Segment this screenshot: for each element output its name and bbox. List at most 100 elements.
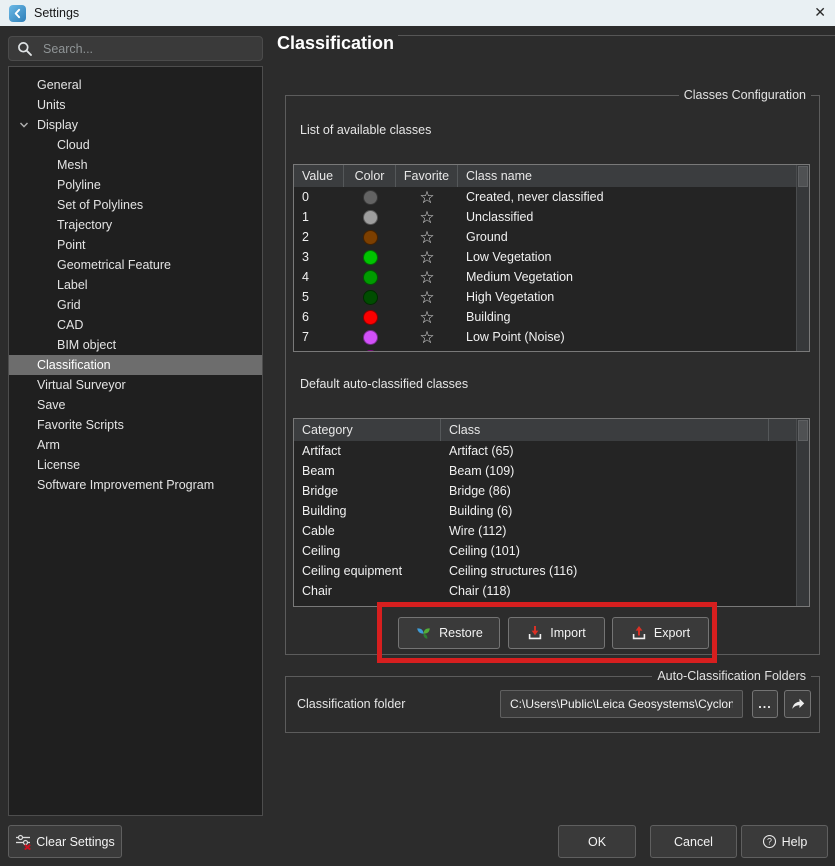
sidebar-item-mesh[interactable]: Mesh <box>9 155 262 175</box>
class-row[interactable]: 6 ☆ Building <box>294 307 809 327</box>
import-icon <box>527 625 543 641</box>
sidebar-item-favorite-scripts[interactable]: Favorite Scripts <box>9 415 262 435</box>
vertical-scrollbar[interactable] <box>796 165 809 351</box>
export-button[interactable]: Export <box>612 617 709 649</box>
class-color-swatch[interactable] <box>363 350 378 353</box>
app-icon <box>9 5 26 22</box>
sidebar-item-geometrical-feature[interactable]: Geometrical Feature <box>9 255 262 275</box>
favorite-star-icon[interactable]: ☆ <box>419 189 434 206</box>
folder-path-input[interactable] <box>508 696 735 712</box>
classification-folder-path[interactable] <box>500 690 743 718</box>
classification-folder-label: Classification folder <box>297 697 405 711</box>
auto-class-row[interactable]: Bridge Bridge (86) <box>294 481 809 501</box>
auto-class-row[interactable]: Artifact Artifact (65) <box>294 441 809 461</box>
sidebar-item-display[interactable]: Display <box>9 115 262 135</box>
sidebar-item-software-improvement-program[interactable]: Software Improvement Program <box>9 475 262 495</box>
favorite-star-icon[interactable]: ☆ <box>419 289 434 306</box>
class-color-swatch[interactable] <box>363 190 378 205</box>
column-header-class: Class <box>441 419 769 441</box>
browse-button[interactable]: ... <box>752 690 778 718</box>
auto-class-row[interactable]: Building Building (6) <box>294 501 809 521</box>
class-row[interactable]: 2 ☆ Ground <box>294 227 809 247</box>
settings-window: Settings ✕ General Units Display Cloud M… <box>0 0 835 866</box>
sidebar-item-classification[interactable]: Classification <box>9 355 262 375</box>
page-title: Classification <box>277 33 394 54</box>
sidebar-item-trajectory[interactable]: Trajectory <box>9 215 262 235</box>
open-folder-button[interactable] <box>784 690 811 718</box>
sidebar-item-bim-object[interactable]: BIM object <box>9 335 262 355</box>
class-row[interactable]: 3 ☆ Low Vegetation <box>294 247 809 267</box>
scrollbar-thumb[interactable] <box>798 420 808 441</box>
vertical-scrollbar[interactable] <box>796 419 809 606</box>
class-color-swatch[interactable] <box>363 330 378 345</box>
sidebar-item-point[interactable]: Point <box>9 235 262 255</box>
class-row[interactable]: 7 ☆ Low Point (Noise) <box>294 327 809 347</box>
class-color-swatch[interactable] <box>363 210 378 225</box>
favorite-star-icon[interactable]: ☆ <box>419 229 434 246</box>
sidebar-item-polyline[interactable]: Polyline <box>9 175 262 195</box>
export-icon <box>631 625 647 641</box>
classes-table: Value Color Favorite Class name 0 ☆ Crea… <box>293 164 810 352</box>
column-header-favorite: Favorite <box>396 165 458 187</box>
column-header-class-name: Class name <box>458 165 809 187</box>
ok-button[interactable]: OK <box>558 825 636 858</box>
auto-class-row[interactable]: Beam Beam (109) <box>294 461 809 481</box>
column-header-color: Color <box>344 165 396 187</box>
open-folder-arrow-icon <box>790 696 806 712</box>
favorite-star-icon[interactable]: ☆ <box>419 209 434 226</box>
title-bar: Settings ✕ <box>0 0 835 26</box>
scrollbar-thumb[interactable] <box>798 166 808 187</box>
sidebar-item-units[interactable]: Units <box>9 95 262 115</box>
sidebar-item-grid[interactable]: Grid <box>9 295 262 315</box>
auto-class-row[interactable]: Ceiling equipment Ceiling structures (11… <box>294 561 809 581</box>
sidebar-item-license[interactable]: License <box>9 455 262 475</box>
help-button[interactable]: ? Help <box>741 825 828 858</box>
sidebar-item-cloud[interactable]: Cloud <box>9 135 262 155</box>
auto-class-row[interactable]: Cable Wire (112) <box>294 521 809 541</box>
auto-classification-folders-legend: Auto-Classification Folders <box>652 669 811 683</box>
class-row[interactable]: 5 ☆ High Vegetation <box>294 287 809 307</box>
class-row[interactable]: 8 ☆ <box>294 347 809 352</box>
class-row[interactable]: 4 ☆ Medium Vegetation <box>294 267 809 287</box>
auto-class-row[interactable]: Ceiling Ceiling (101) <box>294 541 809 561</box>
class-row[interactable]: 0 ☆ Created, never classified <box>294 187 809 207</box>
sidebar-item-cad[interactable]: CAD <box>9 315 262 335</box>
class-color-swatch[interactable] <box>363 270 378 285</box>
sidebar-item-set-of-polylines[interactable]: Set of Polylines <box>9 195 262 215</box>
sidebar-item-virtual-surveyor[interactable]: Virtual Surveyor <box>9 375 262 395</box>
class-row[interactable]: 1 ☆ Unclassified <box>294 207 809 227</box>
restore-icon <box>415 625 432 642</box>
auto-class-row[interactable]: Chair Chair (118) <box>294 581 809 601</box>
search-input[interactable] <box>41 41 254 57</box>
class-color-swatch[interactable] <box>363 230 378 245</box>
sidebar-item-label[interactable]: Label <box>9 275 262 295</box>
settings-tree: General Units Display Cloud Mesh Polylin… <box>8 66 263 816</box>
sidebar-item-general[interactable]: General <box>9 75 262 95</box>
column-header-category: Category <box>294 419 441 441</box>
favorite-star-icon[interactable]: ☆ <box>419 249 434 266</box>
class-color-swatch[interactable] <box>363 250 378 265</box>
auto-table-header: Category Class <box>294 419 809 441</box>
classes-table-header: Value Color Favorite Class name <box>294 165 809 187</box>
favorite-star-icon[interactable]: ☆ <box>419 309 434 326</box>
favorite-star-icon[interactable]: ☆ <box>419 349 434 353</box>
class-color-swatch[interactable] <box>363 310 378 325</box>
class-color-swatch[interactable] <box>363 290 378 305</box>
auto-classified-table: Category Class Artifact Artifact (65) Be… <box>293 418 810 607</box>
auto-classified-label: Default auto-classified classes <box>300 377 468 391</box>
restore-button[interactable]: Restore <box>398 617 500 649</box>
sidebar-item-save[interactable]: Save <box>9 395 262 415</box>
cancel-button[interactable]: Cancel <box>650 825 737 858</box>
favorite-star-icon[interactable]: ☆ <box>419 269 434 286</box>
column-header-value: Value <box>294 165 344 187</box>
sidebar-item-arm[interactable]: Arm <box>9 435 262 455</box>
clear-settings-button[interactable]: Clear Settings <box>8 825 122 858</box>
header-separator <box>398 35 835 36</box>
search-box[interactable] <box>8 36 263 61</box>
svg-text:?: ? <box>767 837 772 847</box>
chevron-down-icon[interactable] <box>19 120 29 130</box>
favorite-star-icon[interactable]: ☆ <box>419 329 434 346</box>
import-button[interactable]: Import <box>508 617 605 649</box>
clear-settings-icon <box>15 833 32 850</box>
close-icon[interactable]: ✕ <box>814 4 826 20</box>
